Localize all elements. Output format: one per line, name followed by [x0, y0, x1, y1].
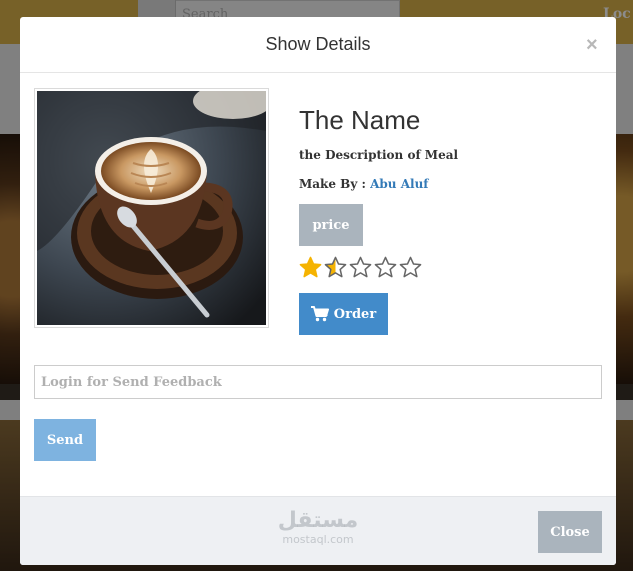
watermark-latin: mostaql.com — [282, 533, 354, 546]
star-empty-icon[interactable] — [399, 256, 422, 279]
order-label: Order — [333, 306, 377, 322]
make-by-line: Make By : Abu Aluf — [299, 177, 428, 191]
feedback-input[interactable] — [34, 365, 602, 399]
modal-title: Show Details — [265, 34, 371, 54]
chef-name-link[interactable]: Abu Aluf — [370, 177, 428, 191]
modal-header: Show Details × — [20, 17, 616, 73]
close-icon[interactable]: × — [586, 35, 598, 55]
meal-name: The Name — [299, 105, 421, 135]
coffee-cup-image — [37, 91, 266, 325]
star-half-icon[interactable] — [324, 256, 347, 279]
star-rating[interactable] — [299, 256, 422, 282]
shopping-cart-icon — [310, 306, 329, 322]
meal-photo-frame — [34, 88, 269, 328]
order-button[interactable]: Order — [299, 293, 388, 335]
modal-footer: مستقل mostaql.com Close — [20, 496, 616, 565]
price-button[interactable]: price — [299, 204, 363, 246]
details-modal: Show Details × The Name the Description … — [20, 17, 616, 565]
send-button[interactable]: Send — [34, 419, 96, 461]
star-filled-icon[interactable] — [299, 256, 322, 279]
meal-photo — [37, 91, 266, 325]
watermark-arabic: مستقل — [277, 508, 359, 533]
mostaql-watermark: مستقل mostaql.com — [20, 508, 616, 547]
meal-description: the Description of Meal — [299, 148, 459, 162]
star-empty-icon[interactable] — [349, 256, 372, 279]
star-empty-icon[interactable] — [374, 256, 397, 279]
close-button[interactable]: Close — [538, 511, 602, 553]
make-by-label: Make By : — [299, 177, 366, 191]
